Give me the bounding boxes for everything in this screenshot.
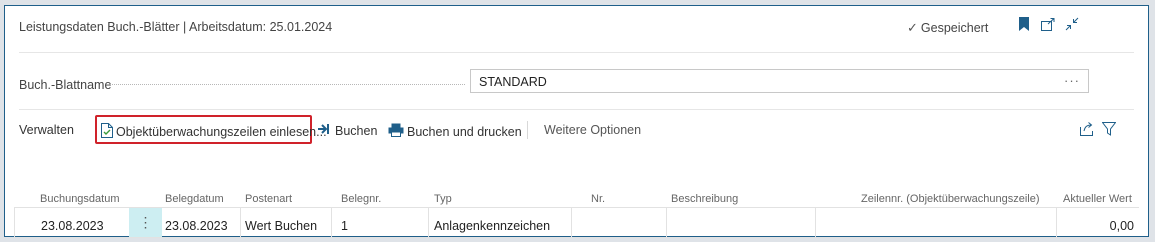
column-header-type[interactable]: Typ: [434, 193, 452, 205]
more-options-menu[interactable]: Weitere Optionen: [544, 123, 641, 137]
manage-menu[interactable]: Verwalten: [19, 123, 74, 137]
post-and-print-button[interactable]: Buchen und drucken: [388, 123, 522, 140]
column-header-description[interactable]: Beschreibung: [671, 193, 738, 205]
cell-separator: [428, 208, 429, 237]
filter-icon[interactable]: [1101, 121, 1117, 137]
bookmark-icon[interactable]: [1016, 16, 1032, 32]
column-header-document-date[interactable]: Belegdatum: [165, 193, 224, 205]
cell-separator: [815, 208, 816, 237]
document-icon: [101, 123, 113, 141]
page-title: Leistungsdaten Buch.-Blätter | Arbeitsda…: [19, 20, 333, 34]
checkmark-icon: ✓: [907, 20, 918, 35]
collapse-icon[interactable]: [1064, 16, 1080, 32]
column-header-current-value[interactable]: Aktueller Wert: [1063, 193, 1132, 205]
grid-row-top-border: [14, 207, 1139, 208]
cell-entry-type[interactable]: Wert Buchen: [245, 219, 317, 233]
cell-separator: [1056, 208, 1057, 237]
column-header-no[interactable]: Nr.: [591, 193, 605, 205]
post-icon: [318, 123, 332, 138]
row-menu-button[interactable]: ⋮: [129, 208, 162, 237]
cell-separator: [14, 208, 15, 237]
journal-name-field[interactable]: STANDARD ···: [470, 69, 1089, 93]
cell-separator: [571, 208, 572, 237]
journal-name-label: Buch.-Blattname: [19, 78, 112, 92]
cell-posting-date[interactable]: 23.08.2023: [41, 219, 104, 233]
journal-page: Leistungsdaten Buch.-Blätter | Arbeitsda…: [4, 5, 1149, 238]
printer-icon: [388, 123, 404, 140]
journal-name-value: STANDARD: [479, 75, 547, 89]
column-header-entry-type[interactable]: Postenart: [245, 193, 292, 205]
post-and-print-label: Buchen und drucken: [407, 124, 522, 139]
cell-document-no[interactable]: 1: [341, 219, 348, 233]
cell-separator: [666, 208, 667, 237]
import-lines-button[interactable]: Objektüberwachungszeilen einlesen...: [101, 123, 327, 141]
actions-divider: [19, 109, 1134, 110]
cell-document-date[interactable]: 23.08.2023: [165, 219, 228, 233]
post-button[interactable]: Buchen: [318, 123, 377, 138]
column-header-line-no[interactable]: Zeilennr. (Objektüberwachungszeile): [861, 193, 1040, 205]
header-divider: [19, 52, 1134, 53]
cell-separator: [331, 208, 332, 237]
import-lines-label: Objektüberwachungszeilen einlesen...: [116, 125, 327, 139]
cell-current-value[interactable]: 0,00: [1110, 219, 1134, 233]
cell-separator: [240, 208, 241, 237]
grid-row-bottom-border: [14, 237, 1139, 238]
journal-name-lookup-button[interactable]: ···: [1064, 73, 1080, 88]
action-separator: [527, 121, 528, 139]
saved-status-label: Gespeichert: [920, 21, 989, 35]
cell-type[interactable]: Anlagenkennzeichen: [434, 219, 550, 233]
label-leader-dots: [108, 84, 465, 85]
column-header-posting-date[interactable]: Buchungsdatum: [40, 193, 120, 205]
open-in-new-window-icon[interactable]: [1040, 16, 1056, 32]
saved-status: ✓ Gespeichert: [907, 20, 988, 36]
share-icon[interactable]: [1079, 121, 1095, 137]
more-options-label: Weitere Optionen: [544, 123, 642, 137]
post-label: Buchen: [335, 123, 378, 138]
manage-label: Verwalten: [19, 123, 74, 137]
column-header-document-no[interactable]: Belegnr.: [341, 193, 381, 205]
